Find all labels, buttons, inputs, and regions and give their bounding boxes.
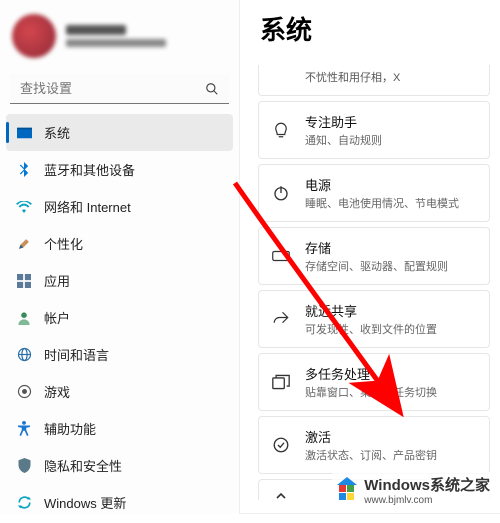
avatar xyxy=(12,14,56,58)
card-title: 电源 xyxy=(305,175,459,194)
sidebar-item-label: 游戏 xyxy=(44,382,70,401)
card-power[interactable]: 电源 睡眠、电池使用情况、节电模式 xyxy=(258,164,490,222)
watermark-logo-icon xyxy=(336,479,358,501)
card-subtitle: 贴靠窗口、桌面、任务切换 xyxy=(305,384,437,400)
update-icon xyxy=(16,495,32,511)
search-wrap xyxy=(10,74,229,104)
sidebar-item-label: 应用 xyxy=(44,271,70,290)
search-input[interactable] xyxy=(10,74,229,104)
privacy-icon xyxy=(16,458,32,474)
activation-icon xyxy=(271,436,291,454)
chevron-icon xyxy=(271,492,291,500)
sidebar-item-personalize[interactable]: 个性化 xyxy=(6,225,233,262)
card-storage[interactable]: 存储 存储空间、驱动器、配置规则 xyxy=(258,227,490,285)
sidebar-item-system[interactable]: 系统 xyxy=(6,114,233,151)
card-subtitle: 通知、自动规则 xyxy=(305,132,382,148)
apps-icon xyxy=(16,273,32,289)
sidebar-item-apps[interactable]: 应用 xyxy=(6,262,233,299)
sidebar-item-label: 系统 xyxy=(44,123,70,142)
watermark: Windows系统之家 www.bjmlv.com xyxy=(332,472,494,508)
card-title: 专注助手 xyxy=(305,112,382,131)
time-lang-icon xyxy=(16,347,32,363)
sidebar-item-network[interactable]: 网络和 Internet xyxy=(6,188,233,225)
card-partial-top[interactable]: 不忧性和用仔相，X xyxy=(258,65,490,96)
accounts-icon xyxy=(16,310,32,326)
card-subtitle: 激活状态、订阅、产品密钥 xyxy=(305,447,437,463)
sidebar-item-accounts[interactable]: 帐户 xyxy=(6,299,233,336)
sidebar-item-label: 个性化 xyxy=(44,234,83,253)
sidebar-item-time-lang[interactable]: 时间和语言 xyxy=(6,336,233,373)
sidebar-item-privacy[interactable]: 隐私和安全性 xyxy=(6,447,233,484)
sidebar-nav: 系统 蓝牙和其他设备 网络和 Internet 个性化 xyxy=(0,112,239,523)
sidebar-item-accessibility[interactable]: 辅助功能 xyxy=(6,410,233,447)
card-title: 就近共享 xyxy=(305,301,437,320)
card-nearby-share[interactable]: 就近共享 可发现性、收到文件的位置 xyxy=(258,290,490,348)
sidebar-item-label: 时间和语言 xyxy=(44,345,109,364)
card-list: 不忧性和用仔相，X 专注助手 通知、自动规则 电源 睡眠、电池使用情况、节电模式 xyxy=(258,65,490,500)
main-panel: 系统 不忧性和用仔相，X 专注助手 通知、自动规则 xyxy=(240,0,500,514)
card-subtitle: 可发现性、收到文件的位置 xyxy=(305,321,437,337)
sidebar-item-label: 辅助功能 xyxy=(44,419,96,438)
search-icon xyxy=(205,82,219,96)
sidebar-item-bluetooth[interactable]: 蓝牙和其他设备 xyxy=(6,151,233,188)
page-title: 系统 xyxy=(260,10,490,47)
personalize-icon xyxy=(16,236,32,252)
sidebar-item-label: 帐户 xyxy=(44,308,70,327)
card-focus-assist[interactable]: 专注助手 通知、自动规则 xyxy=(258,101,490,159)
watermark-url: www.bjmlv.com xyxy=(364,495,490,506)
card-subtitle: 睡眠、电池使用情况、节电模式 xyxy=(305,195,459,211)
gaming-icon xyxy=(16,384,32,400)
sidebar-item-label: 网络和 Internet xyxy=(44,197,131,216)
wifi-icon xyxy=(16,199,32,215)
sidebar-item-label: 蓝牙和其他设备 xyxy=(44,160,135,179)
share-icon xyxy=(271,310,291,328)
power-icon xyxy=(271,184,291,202)
storage-icon xyxy=(271,250,291,262)
sidebar: 系统 蓝牙和其他设备 网络和 Internet 个性化 xyxy=(0,0,240,514)
card-activation[interactable]: 激活 激活状态、订阅、产品密钥 xyxy=(258,416,490,474)
accessibility-icon xyxy=(16,421,32,437)
system-icon xyxy=(16,125,32,141)
card-title: 激活 xyxy=(305,427,437,446)
watermark-suffix: 系统之家 xyxy=(430,477,490,494)
sidebar-item-update[interactable]: Windows 更新 xyxy=(6,484,233,521)
card-subtitle: 不忧性和用仔相，X xyxy=(305,69,400,85)
sidebar-item-label: 隐私和安全性 xyxy=(44,456,122,475)
user-profile[interactable] xyxy=(0,4,239,68)
bluetooth-icon xyxy=(16,162,32,178)
multitask-icon xyxy=(271,374,291,390)
card-multitask[interactable]: 多任务处理 贴靠窗口、桌面、任务切换 xyxy=(258,353,490,411)
card-title: 存储 xyxy=(305,238,448,257)
focus-icon xyxy=(271,121,291,139)
user-name-blurred xyxy=(66,25,166,47)
card-title: 多任务处理 xyxy=(305,364,437,383)
card-subtitle: 存储空间、驱动器、配置规则 xyxy=(305,258,448,274)
watermark-brand: Windows xyxy=(364,477,430,494)
sidebar-item-gaming[interactable]: 游戏 xyxy=(6,373,233,410)
sidebar-item-label: Windows 更新 xyxy=(44,493,126,512)
